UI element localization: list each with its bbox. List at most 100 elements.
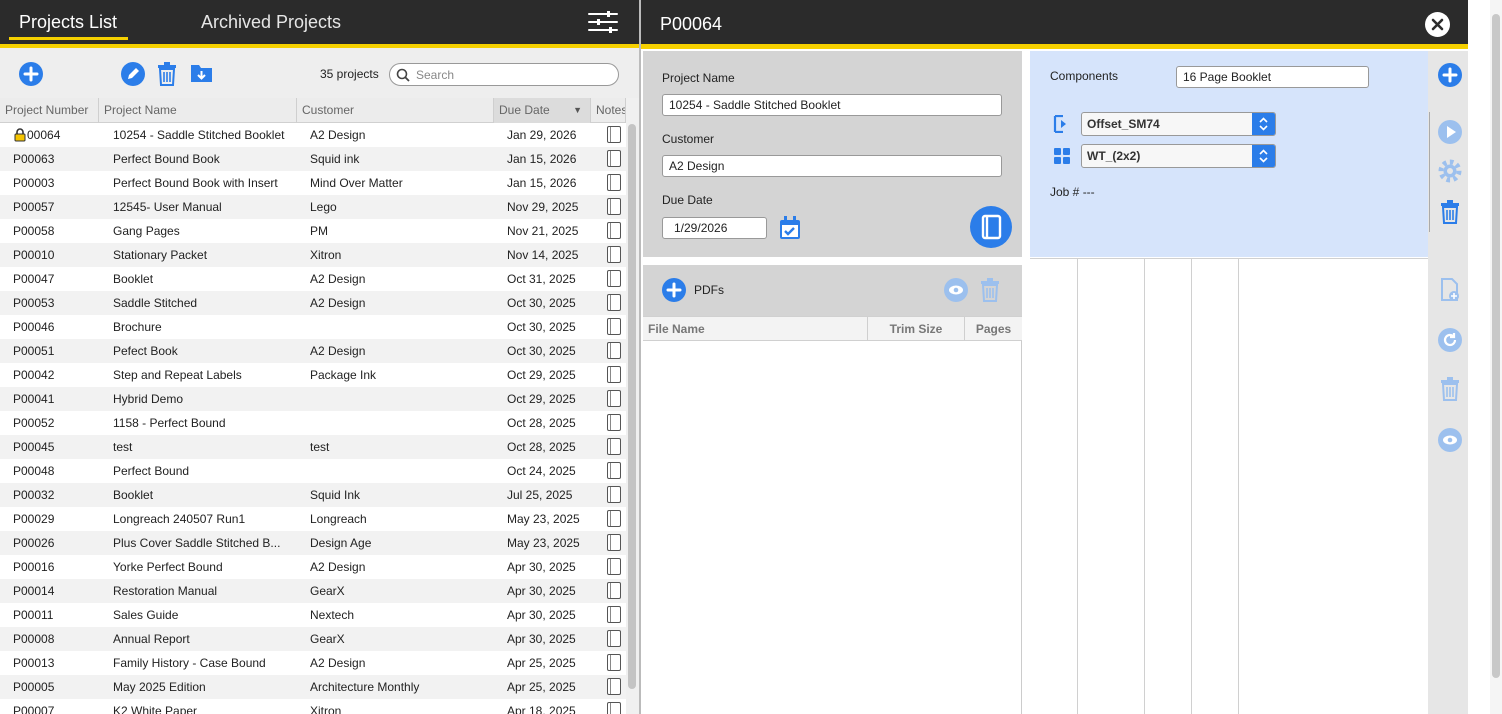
add-page-icon[interactable] — [1440, 278, 1460, 302]
tab-archived-projects[interactable]: Archived Projects — [201, 12, 341, 33]
notes-icon[interactable] — [607, 558, 621, 575]
table-row[interactable]: P00007 K2 White Paper Xitron Apr 18, 2025 — [0, 699, 626, 714]
table-row[interactable]: P00042 Step and Repeat Labels Package Ink O… — [0, 363, 626, 387]
project-number: P00029 — [13, 512, 55, 526]
table-row[interactable]: P00052 1158 - Perfect Bound Oct 28, 2025 — [0, 411, 626, 435]
close-detail-button[interactable] — [1425, 12, 1450, 37]
tab-projects-list[interactable]: Projects List — [19, 12, 117, 33]
table-row[interactable]: P00005 May 2025 Edition Architecture Month… — [0, 675, 626, 699]
notes-icon[interactable] — [607, 366, 621, 383]
job-number: Job # --- — [1050, 185, 1095, 199]
notes-icon[interactable] — [607, 534, 621, 551]
col-project-name[interactable]: Project Name — [99, 98, 297, 123]
archive-project-icon[interactable] — [190, 63, 213, 83]
col-due-date[interactable]: Due Date ▼ — [494, 98, 591, 123]
delete-project-icon[interactable] — [157, 62, 177, 86]
notes-icon[interactable] — [607, 414, 621, 431]
notes-icon[interactable] — [607, 510, 621, 527]
table-row[interactable]: P00003 Perfect Bound Book with Insert Mind… — [0, 171, 626, 195]
notes-icon[interactable] — [607, 678, 621, 695]
col-notes[interactable]: Notes — [591, 98, 626, 123]
col-pages[interactable]: Pages — [965, 317, 1022, 341]
notes-icon[interactable] — [607, 390, 621, 407]
notes-icon[interactable] — [607, 294, 621, 311]
table-row[interactable]: P00051 Pefect Book A2 Design Oct 30, 2025 — [0, 339, 626, 363]
due-date-field[interactable]: 1/29/2026 — [662, 217, 767, 239]
project-name-label: Project Name — [662, 71, 735, 85]
customer-field[interactable]: A2 Design — [662, 155, 1002, 177]
due-date: Oct 28, 2025 — [507, 440, 576, 454]
delete-page-icon[interactable] — [1440, 377, 1460, 401]
table-row[interactable]: P00057 12545- User Manual Lego Nov 29, 2025 — [0, 195, 626, 219]
project-name-field[interactable]: 10254 - Saddle Stitched Booklet — [662, 94, 1002, 116]
notes-icon[interactable] — [607, 702, 621, 714]
notes-icon[interactable] — [607, 582, 621, 599]
calendar-icon[interactable] — [779, 216, 801, 240]
table-row[interactable]: P00045 test test Oct 28, 2025 — [0, 435, 626, 459]
table-row[interactable]: P00014 Restoration Manual GearX Apr 30, 202… — [0, 579, 626, 603]
refresh-icon — [1443, 333, 1457, 347]
search-box[interactable] — [389, 63, 619, 86]
imposition-select[interactable]: WT_(2x2) — [1081, 144, 1276, 168]
notes-icon[interactable] — [607, 438, 621, 455]
edit-project-button[interactable] — [121, 62, 145, 86]
notes-icon[interactable] — [607, 270, 621, 287]
notes-icon[interactable] — [607, 174, 621, 191]
customer-name: A2 Design — [310, 560, 366, 574]
table-row[interactable]: P00010 Stationary Packet Xitron Nov 14, 202… — [0, 243, 626, 267]
table-row[interactable]: 00064 10254 - Saddle Stitched Booklet A2 D… — [0, 123, 626, 147]
notes-icon[interactable] — [607, 630, 621, 647]
table-row[interactable]: P00029 Longreach 240507 Run1 Longreach May … — [0, 507, 626, 531]
imposition-grid-icon — [1054, 148, 1070, 164]
refresh-button[interactable] — [1438, 328, 1462, 352]
search-input[interactable] — [416, 66, 614, 83]
device-select[interactable]: Offset_SM74 — [1081, 112, 1276, 136]
notes-icon[interactable] — [607, 606, 621, 623]
projects-scroll-thumb[interactable] — [628, 124, 636, 689]
col-customer[interactable]: Customer — [297, 98, 494, 123]
due-date: Apr 18, 2025 — [507, 704, 576, 714]
add-component-button[interactable] — [1438, 63, 1462, 87]
gear-icon[interactable] — [1438, 159, 1462, 183]
panel-divider[interactable] — [639, 0, 641, 714]
delete-component-icon[interactable] — [1440, 200, 1460, 224]
table-row[interactable]: P00041 Hybrid Demo Oct 29, 2025 — [0, 387, 626, 411]
table-row[interactable]: P00048 Perfect Bound Oct 24, 2025 — [0, 459, 626, 483]
table-row[interactable]: P00058 Gang Pages PM Nov 21, 2025 — [0, 219, 626, 243]
table-row[interactable]: P00046 Brochure Oct 30, 2025 — [0, 315, 626, 339]
page-scroll-thumb[interactable] — [1492, 14, 1500, 678]
col-trim-size[interactable]: Trim Size — [868, 317, 965, 341]
table-row[interactable]: P00016 Yorke Perfect Bound A2 Design Apr 30… — [0, 555, 626, 579]
run-component-button[interactable] — [1438, 120, 1462, 144]
preview-page-button[interactable] — [1438, 428, 1462, 452]
col-project-number[interactable]: Project Number — [0, 98, 99, 123]
notes-icon[interactable] — [607, 654, 621, 671]
notes-icon[interactable] — [607, 222, 621, 239]
table-row[interactable]: P00013 Family History - Case Bound A2 Desi… — [0, 651, 626, 675]
notes-icon[interactable] — [607, 246, 621, 263]
component-select[interactable]: 16 Page Booklet — [1176, 66, 1369, 88]
notes-icon[interactable] — [607, 342, 621, 359]
table-row[interactable]: P00008 Annual Report GearX Apr 30, 2025 — [0, 627, 626, 651]
notes-icon[interactable] — [607, 486, 621, 503]
notes-icon[interactable] — [607, 462, 621, 479]
col-file-name[interactable]: File Name — [648, 317, 868, 341]
filter-settings-icon[interactable] — [587, 10, 619, 34]
delete-pdf-icon[interactable] — [980, 278, 1000, 302]
notes-icon[interactable] — [607, 150, 621, 167]
project-name: Sales Guide — [113, 608, 179, 622]
table-row[interactable]: P00047 Booklet A2 Design Oct 31, 2025 — [0, 267, 626, 291]
table-row[interactable]: P00026 Plus Cover Saddle Stitched B... Des… — [0, 531, 626, 555]
table-row[interactable]: P00063 Perfect Bound Book Squid ink Jan 15,… — [0, 147, 626, 171]
notebook-button[interactable] — [970, 206, 1012, 248]
add-pdf-button[interactable] — [662, 278, 686, 302]
table-row[interactable]: P00032 Booklet Squid Ink Jul 25, 2025 — [0, 483, 626, 507]
preview-pdf-button[interactable] — [944, 278, 968, 302]
notes-icon[interactable] — [607, 318, 621, 335]
table-row[interactable]: P00011 Sales Guide Nextech Apr 30, 2025 — [0, 603, 626, 627]
add-project-button[interactable] — [19, 62, 43, 86]
notes-icon[interactable] — [607, 198, 621, 215]
grid-line — [1238, 259, 1239, 714]
notes-icon[interactable] — [607, 126, 621, 143]
table-row[interactable]: P00053 Saddle Stitched A2 Design Oct 30, 20… — [0, 291, 626, 315]
